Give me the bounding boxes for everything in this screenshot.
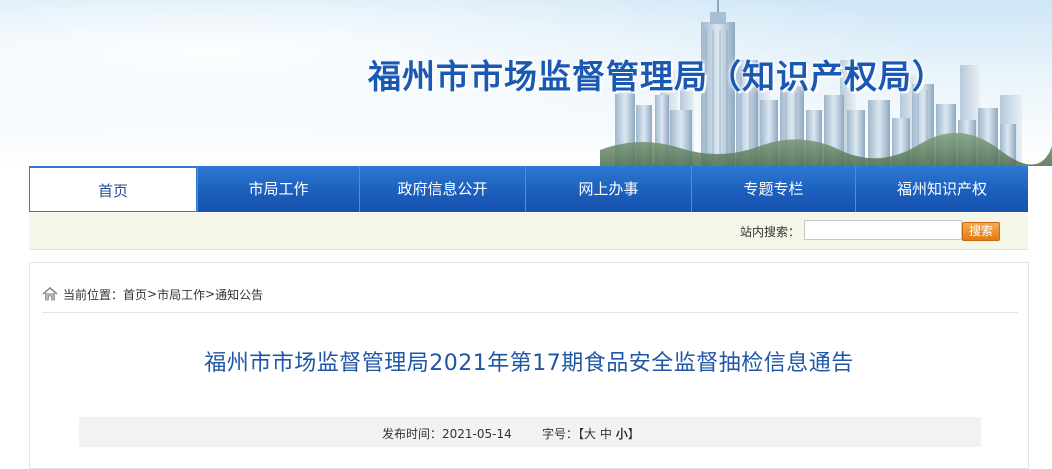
nav-item-gov-info[interactable]: 政府信息公开 bbox=[359, 166, 525, 212]
search-button[interactable]: 搜索 bbox=[962, 222, 1000, 241]
main-navigation: 首页 市局工作 政府信息公开 网上办事 专题专栏 福州知识产权 bbox=[29, 166, 1028, 212]
nav-item-online-services[interactable]: 网上办事 bbox=[525, 166, 691, 212]
font-size-label: 字号： bbox=[542, 427, 579, 441]
article-title: 福州市市场监督管理局2021年第17期食品安全监督抽检信息通告 bbox=[204, 351, 854, 376]
breadcrumb-link-bureau-work[interactable]: 市局工作 bbox=[157, 286, 205, 303]
nav-item-special-topics[interactable]: 专题专栏 bbox=[691, 166, 855, 212]
breadcrumb-separator: > bbox=[147, 287, 158, 301]
header-banner: 福州市市场监督管理局（知识产权局） bbox=[0, 0, 1052, 166]
breadcrumb: 当前位置： 首页 > 市局工作 > 通知公告 bbox=[42, 285, 263, 303]
site-search-bar: 站内搜索： 搜索 bbox=[29, 213, 1028, 250]
font-size-small-button[interactable]: 小 bbox=[616, 427, 628, 441]
breadcrumb-prefix: 当前位置： bbox=[63, 287, 124, 302]
search-label: 站内搜索： bbox=[740, 225, 801, 239]
site-title: 福州市市场监督管理局（知识产权局） bbox=[368, 57, 946, 96]
font-size-bracket-close: 】 bbox=[627, 427, 640, 441]
publish-date-value: 2021-05-14 bbox=[442, 427, 512, 441]
publish-date: 发布时间：2021-05-14 bbox=[382, 425, 512, 442]
font-size-switcher: 字号：【大 中 小】 bbox=[542, 425, 640, 442]
breadcrumb-link-home[interactable]: 首页 bbox=[123, 286, 147, 303]
home-icon bbox=[42, 287, 58, 301]
publish-date-label: 发布时间： bbox=[382, 427, 443, 441]
font-size-medium-button[interactable]: 中 bbox=[600, 427, 612, 441]
breadcrumb-separator: > bbox=[205, 287, 216, 301]
article-meta-bar: 发布时间：2021-05-14 字号：【大 中 小】 bbox=[79, 417, 981, 447]
search-input[interactable] bbox=[804, 220, 962, 240]
article-panel: 当前位置： 首页 > 市局工作 > 通知公告 福州市市场监督管理局2021年第1… bbox=[29, 262, 1029, 469]
nav-item-fuzhou-ip[interactable]: 福州知识产权 bbox=[855, 166, 1028, 212]
breadcrumb-link-notices[interactable]: 通知公告 bbox=[215, 286, 263, 303]
nav-item-bureau-work[interactable]: 市局工作 bbox=[197, 166, 359, 212]
font-size-large-button[interactable]: 大 bbox=[584, 427, 596, 441]
nav-item-home[interactable]: 首页 bbox=[29, 166, 197, 212]
breadcrumb-divider bbox=[42, 312, 1018, 313]
